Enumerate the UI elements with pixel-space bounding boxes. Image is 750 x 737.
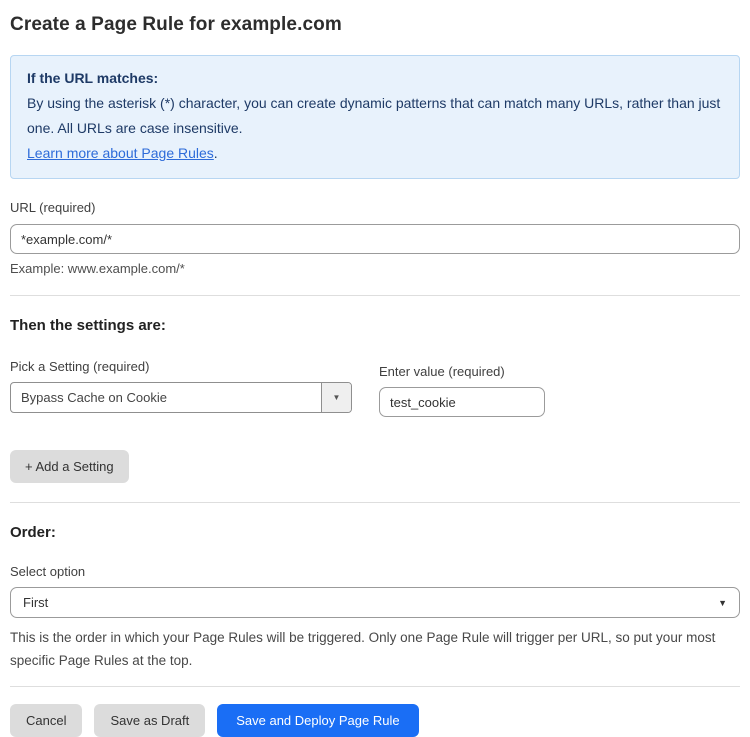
chevron-down-icon: ▼ [718, 598, 727, 608]
chevron-down-icon[interactable]: ▼ [321, 383, 351, 412]
url-input[interactable] [10, 224, 740, 254]
order-select-label: Select option [10, 564, 740, 579]
settings-section-heading: Then the settings are: [10, 317, 740, 334]
save-deploy-button[interactable]: Save and Deploy Page Rule [217, 704, 418, 737]
setting-value-input[interactable] [379, 387, 545, 417]
add-setting-button[interactable]: + Add a Setting [10, 450, 129, 483]
info-box-body-text: By using the asterisk (*) character, you… [27, 95, 720, 136]
url-match-info-box: If the URL matches: By using the asteris… [10, 55, 740, 179]
page-title: Create a Page Rule for example.com [10, 14, 740, 36]
order-section-heading: Order: [10, 524, 740, 541]
info-box-body: By using the asterisk (*) character, you… [27, 91, 723, 141]
info-box-link-line: Learn more about Page Rules. [27, 141, 723, 166]
save-draft-button[interactable]: Save as Draft [94, 704, 205, 737]
setting-select-value: Bypass Cache on Cookie [11, 383, 321, 412]
form-actions: Cancel Save as Draft Save and Deploy Pag… [10, 704, 740, 737]
learn-more-link[interactable]: Learn more about Page Rules [27, 145, 214, 161]
setting-value-label: Enter value (required) [379, 364, 545, 379]
divider [10, 295, 740, 296]
order-select-value: First [23, 595, 48, 610]
settings-row: Pick a Setting (required) Bypass Cache o… [10, 359, 740, 417]
setting-value-column: Enter value (required) [379, 359, 545, 417]
info-box-heading: If the URL matches: [27, 66, 723, 91]
link-suffix: . [214, 145, 218, 161]
divider [10, 686, 740, 687]
divider [10, 502, 740, 503]
cancel-button[interactable]: Cancel [10, 704, 82, 737]
setting-picker-label: Pick a Setting (required) [10, 359, 352, 374]
order-helper-text: This is the order in which your Page Rul… [10, 626, 740, 672]
url-field-label: URL (required) [10, 200, 740, 215]
url-helper-text: Example: www.example.com/* [10, 261, 740, 276]
setting-select[interactable]: Bypass Cache on Cookie ▼ [10, 382, 352, 413]
order-select[interactable]: First ▼ [10, 587, 740, 618]
setting-picker-column: Pick a Setting (required) Bypass Cache o… [10, 359, 352, 413]
